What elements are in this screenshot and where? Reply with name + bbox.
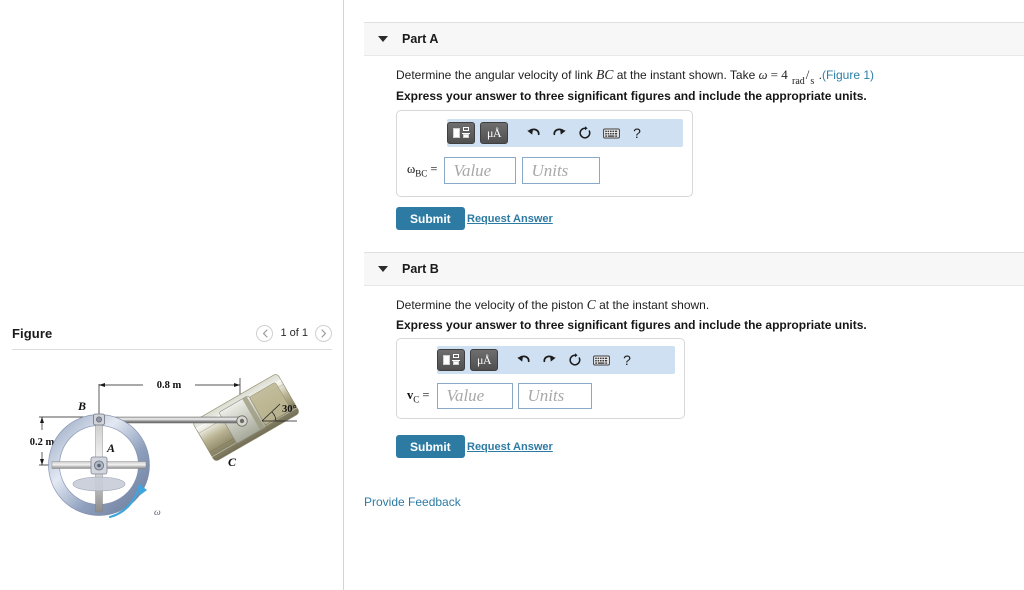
part-b-answer-box: μÅ ? vC = Value Units	[396, 338, 685, 419]
keyboard-icon	[592, 355, 610, 365]
part-b-submit-button[interactable]: Submit	[396, 435, 465, 458]
part-a-variable-subscript: BC	[415, 168, 428, 179]
label-point-b: B	[77, 399, 86, 413]
part-a-prompt-text-4: .	[815, 68, 822, 82]
figure-pager: 1 of 1	[256, 324, 332, 342]
part-b-redo-button[interactable]	[536, 349, 562, 371]
undo-icon	[516, 355, 530, 362]
part-b-help-button[interactable]: ?	[614, 349, 640, 371]
part-a-help-button[interactable]: ?	[624, 122, 650, 144]
chevron-right-icon	[320, 328, 326, 338]
part-a-answer-row: ωBC = Value Units	[407, 157, 692, 184]
part-a-unit-slash: /	[805, 67, 810, 82]
part-b-keyboard-button[interactable]	[588, 349, 614, 371]
chevron-left-icon	[262, 328, 268, 338]
part-b-header[interactable]: Part B	[364, 252, 1024, 286]
part-a-figure-link[interactable]: (Figure 1)	[822, 68, 874, 82]
part-a-variable-symbol: ω	[407, 162, 416, 177]
pin-joint-c	[236, 415, 248, 427]
part-b-label: Part B	[402, 262, 439, 276]
part-a-units-button[interactable]: μÅ	[480, 122, 508, 144]
part-a-prompt-text-1: Determine the angular velocity of link	[396, 68, 597, 82]
part-b-collapse-caret-down-icon[interactable]	[378, 266, 388, 272]
figure-diagram: 0.8 m 0.2 m ω B A C 30°	[12, 360, 334, 540]
label-point-a: A	[106, 441, 115, 455]
figure-next-button[interactable]	[315, 324, 332, 342]
part-a-math-toolbar: μÅ ?	[447, 119, 683, 147]
redo-icon	[552, 128, 566, 135]
part-b-prompt: Determine the velocity of the piston C a…	[396, 296, 709, 314]
figure-panel-title: Figure	[12, 325, 53, 341]
provide-feedback-link[interactable]: Provide Feedback	[364, 495, 461, 509]
figure-page-count: 1 of 1	[280, 327, 308, 339]
label-point-c: C	[228, 455, 237, 469]
math-template-icon	[452, 126, 470, 140]
part-b-reset-button[interactable]	[562, 349, 588, 371]
pin-joint-b	[93, 413, 105, 426]
figure-panel-header: Figure 1 of 1	[12, 318, 332, 348]
part-a-unit-denominator: s	[810, 75, 815, 87]
keyboard-icon	[602, 128, 620, 138]
part-a-label: Part A	[402, 32, 439, 46]
part-b-answer-row: vC = Value Units	[407, 383, 684, 409]
part-a-prompt: Determine the angular velocity of link B…	[396, 66, 874, 87]
part-b-variable-subscript: C	[413, 394, 420, 405]
mechanism-svg: 0.8 m 0.2 m ω B A C 30°	[30, 374, 299, 519]
reset-icon	[569, 353, 581, 366]
reset-icon	[579, 126, 591, 139]
part-b-prompt-math-1: C	[586, 297, 596, 312]
part-a-prompt-math-1: BC	[596, 67, 614, 82]
part-a-unit-numerator: rad	[792, 75, 805, 87]
part-a-header[interactable]: Part A	[364, 22, 1024, 56]
part-a-units-input[interactable]: Units	[522, 157, 601, 184]
dimension-vertical-label: 0.2 m	[30, 437, 55, 448]
part-b-units-input[interactable]: Units	[518, 383, 593, 409]
part-a-submit-button[interactable]: Submit	[396, 207, 465, 230]
part-b-request-answer-link[interactable]: Request Answer	[467, 441, 553, 453]
part-a-keyboard-button[interactable]	[598, 122, 624, 144]
micro-angstrom-icon: μÅ	[476, 352, 492, 367]
angle-label: 30°	[282, 404, 297, 415]
part-a-request-answer-link[interactable]: Request Answer	[467, 213, 553, 225]
undo-icon	[526, 128, 540, 135]
part-a-math-template-button[interactable]	[447, 122, 475, 144]
part-b-equals-sign: =	[422, 387, 430, 402]
part-a-reset-button[interactable]	[572, 122, 598, 144]
part-a-collapse-caret-down-icon[interactable]	[378, 36, 388, 42]
part-b-variable-label: vC =	[407, 388, 429, 405]
flywheel	[48, 414, 150, 516]
part-b-math-toolbar: μÅ ?	[437, 346, 675, 374]
part-a-value-input[interactable]: Value	[444, 157, 517, 184]
part-a-prompt-text-3: = 4	[767, 67, 791, 82]
part-b-prompt-text-2: at the instant shown.	[595, 298, 710, 312]
math-template-icon	[442, 353, 460, 367]
part-b-undo-button[interactable]	[510, 349, 536, 371]
dimension-horizontal-label: 0.8 m	[157, 380, 182, 391]
part-b-value-input[interactable]: Value	[437, 383, 514, 409]
part-a-prompt-unit-fraction: rad	[792, 75, 805, 87]
omega-label: ω	[154, 508, 161, 518]
figure-panel-divider	[12, 349, 332, 350]
part-a-variable-label: ωBC =	[407, 162, 437, 179]
part-b-math-template-button[interactable]	[437, 349, 465, 371]
part-a-instruction: Express your answer to three significant…	[396, 89, 867, 103]
part-a-redo-button[interactable]	[546, 122, 572, 144]
question-panel: Part A Determine the angular velocity of…	[345, 0, 1024, 590]
part-a-equals-sign: =	[430, 162, 438, 177]
part-a-prompt-text-2: at the instant shown. Take	[613, 68, 759, 82]
micro-angstrom-icon: μÅ	[486, 125, 502, 140]
part-a-unit-denominator-wrap: s	[810, 75, 815, 87]
part-a-undo-button[interactable]	[520, 122, 546, 144]
part-a-answer-box: μÅ ? ωBC = Value Units	[396, 110, 693, 197]
part-b-units-button[interactable]: μÅ	[470, 349, 498, 371]
part-b-prompt-text-1: Determine the velocity of the piston	[396, 298, 587, 312]
figure-panel: Figure 1 of 1 0.8 m 0.2 m ω B A C 30°	[0, 0, 344, 590]
part-b-instruction: Express your answer to three significant…	[396, 318, 867, 332]
redo-icon	[542, 355, 556, 362]
assignment-page: Figure 1 of 1 0.8 m 0.2 m ω B A C 30° Pa…	[0, 0, 1024, 590]
figure-prev-button[interactable]	[256, 324, 274, 342]
